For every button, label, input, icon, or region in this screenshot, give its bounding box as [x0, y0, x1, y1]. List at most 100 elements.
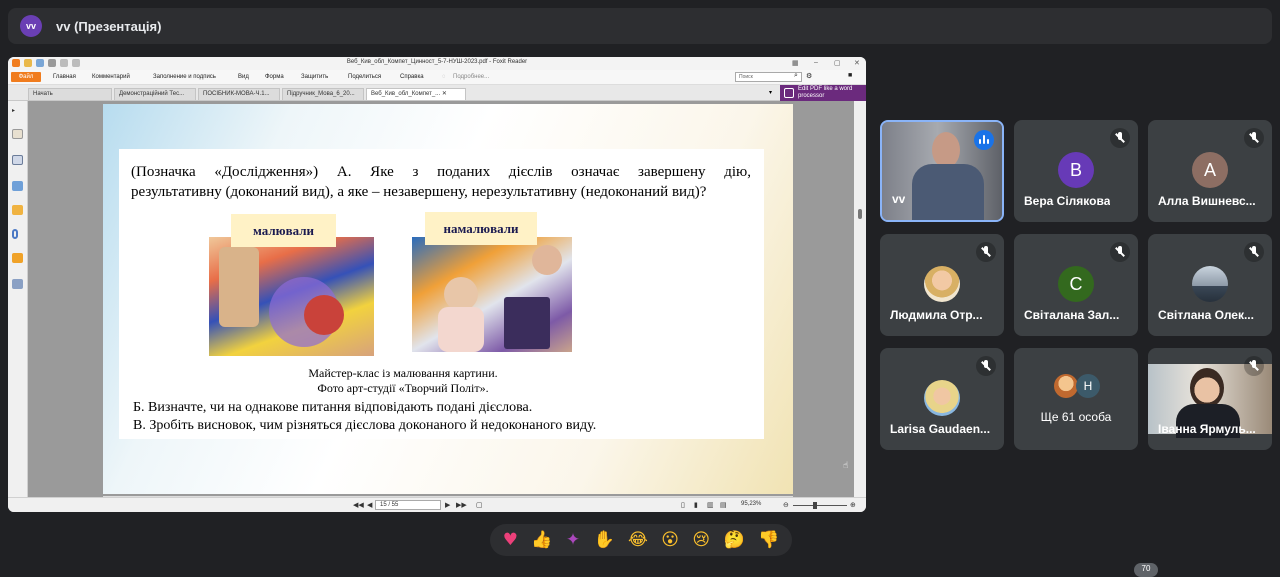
clap-icon[interactable]: ✋	[593, 524, 614, 556]
photo-girl-with-painting	[412, 237, 572, 352]
slide-page: (Позначка «Дослідження») А. Яке з подани…	[103, 104, 793, 494]
menu-form[interactable]: Форма	[265, 74, 284, 80]
tab-list-chevron-icon[interactable]: ▾	[769, 89, 772, 96]
avatar: H	[1076, 374, 1100, 398]
photo-painting-kids	[209, 237, 374, 356]
lock-icon[interactable]	[12, 253, 23, 263]
menu-home[interactable]: Главная	[53, 74, 76, 80]
participant-tile-svitalana[interactable]: С Світалана Зал...	[1014, 234, 1138, 336]
reader-sidebar: ▸	[8, 101, 28, 497]
participant-tile-ivanna[interactable]: Іванна Ярмуль...	[1148, 348, 1272, 450]
layers-icon[interactable]	[12, 181, 23, 191]
participant-tile-vv[interactable]: vv	[880, 120, 1004, 222]
menu-share[interactable]: Поделиться	[348, 74, 381, 80]
prev-page-icon[interactable]: ◀	[367, 501, 372, 509]
mic-off-icon	[1110, 242, 1130, 262]
menu-comment[interactable]: Комментарий	[92, 74, 130, 80]
sad-icon[interactable]: 😢	[692, 524, 710, 556]
tab-pidruchnyk[interactable]: Підручник_Мова_6_20...	[282, 88, 364, 100]
zoom-out-icon[interactable]: ⊖	[783, 501, 789, 509]
tab-current-label: Веб_Кив_обл_Компет_...	[371, 91, 441, 97]
meeting-header: vv vv (Презентація)	[8, 8, 1272, 44]
menu-help[interactable]: Справка	[400, 74, 424, 80]
minimize-icon[interactable]: –	[814, 59, 818, 66]
window-title: Веб_Кив_обл_Компет_Цинност_5-7-НУШ-2023.…	[346, 59, 528, 65]
reader-titlebar: Веб_Кив_обл_Компет_Цинност_5-7-НУШ-2023.…	[8, 57, 866, 70]
question-line-1: (Позначка «Дослідження») А. Яке з подани…	[131, 164, 751, 180]
search-input[interactable]: Поиск	[735, 72, 802, 82]
participant-tile-larisa[interactable]: Larisa Gaudaen...	[880, 348, 1004, 450]
tab-posibnyk[interactable]: ПОСІБНИК-МОВА-Ч.1...	[198, 88, 280, 100]
participant-tile-vera[interactable]: В Вера Сілякова	[1014, 120, 1138, 222]
comments-icon[interactable]	[12, 205, 23, 215]
photo-caption-1: Майстер-клас із малювання картини.	[308, 366, 498, 380]
laugh-icon[interactable]: 😂	[628, 524, 648, 556]
label-namaliuvaly: намалювали	[425, 212, 537, 245]
menu-file[interactable]: Файл	[11, 72, 41, 82]
participant-count-badge[interactable]: 70	[1134, 563, 1158, 577]
pages-icon[interactable]	[12, 155, 23, 165]
first-page-icon[interactable]: ◀◀	[353, 501, 364, 509]
mic-off-icon	[1110, 128, 1130, 148]
bookmark-icon[interactable]	[12, 129, 23, 139]
attachment-icon[interactable]	[12, 229, 18, 239]
avatar: С	[1058, 266, 1094, 302]
rotate-icon[interactable]: ▤	[720, 501, 727, 509]
surprised-icon[interactable]: 😮	[661, 524, 679, 556]
participant-tile-alla[interactable]: А Алла Вишневс...	[1148, 120, 1272, 222]
participant-name: Алла Вишневс...	[1158, 194, 1256, 208]
user-icon[interactable]: ■	[848, 72, 852, 79]
avatar	[924, 380, 960, 416]
signature-icon[interactable]	[12, 279, 23, 289]
heart-icon[interactable]: ♥	[503, 524, 518, 556]
two-page-icon[interactable]: ▥	[707, 501, 714, 509]
help-hint[interactable]: Подробнее...	[453, 74, 489, 80]
more-participants-label: Ще 61 особа	[1040, 410, 1112, 424]
participant-tile-liudmyla[interactable]: Людмила Отр...	[880, 234, 1004, 336]
zoom-slider[interactable]	[793, 505, 847, 506]
document-tabs: Начать Демонстраційний Тес... ПОСІБНИК-М…	[8, 85, 866, 101]
thinking-icon[interactable]: 🤔	[724, 524, 745, 556]
maximize-icon[interactable]: ▢	[834, 59, 841, 67]
ribbon-menu: Файл Главная Комментарий Заполнение и по…	[8, 70, 866, 85]
participant-tile-svitlana[interactable]: Світлана Олек...	[1148, 234, 1272, 336]
menu-view[interactable]: Вид	[238, 74, 249, 80]
menu-protect[interactable]: Защитить	[301, 74, 328, 80]
participant-name: Larisa Gaudaen...	[890, 422, 991, 436]
last-page-icon[interactable]: ▶▶	[456, 501, 467, 509]
fit-page-icon[interactable]: ▢	[476, 501, 483, 509]
edit-pdf-banner[interactable]: Edit PDF like a word processor	[780, 85, 866, 101]
next-page-icon[interactable]: ▶	[445, 501, 450, 509]
party-icon[interactable]: ✦	[566, 524, 580, 556]
search-icon[interactable]: ⌕	[794, 72, 798, 80]
mic-off-icon	[1244, 356, 1264, 376]
close-icon[interactable]: ✕	[854, 59, 860, 67]
tab-close-icon[interactable]: ✕	[442, 91, 447, 97]
zoom-level[interactable]: 95,23%	[741, 501, 761, 507]
reader-statusbar: ◀◀ ◀ 15 / 55 ▶ ▶▶ ▢ ▯ ▮ ▥ ▤ 95,23% ⊖ ⊕	[8, 497, 866, 512]
tab-start[interactable]: Начать	[28, 88, 112, 100]
page-number-input[interactable]: 15 / 55	[375, 500, 441, 510]
tab-demo-test[interactable]: Демонстраційний Тес...	[114, 88, 196, 100]
photo-caption-2: Фото арт-студії «Творчий Політ».	[317, 381, 489, 395]
zoom-slider-handle[interactable]	[813, 502, 817, 509]
continuous-page-icon[interactable]: ▮	[694, 501, 698, 509]
vertical-scrollbar[interactable]	[854, 101, 866, 497]
ribbon-icon[interactable]: ▦	[792, 59, 799, 67]
sidebar-expand-icon[interactable]: ▸	[12, 107, 18, 114]
menu-fill-sign[interactable]: Заполнение и подпись	[153, 74, 216, 80]
participant-tile-more[interactable]: H Ще 61 особа	[1014, 348, 1138, 450]
settings-icon[interactable]: ⚙	[806, 72, 812, 80]
tab-current-doc[interactable]: Веб_Кив_обл_Компет_... ✕	[366, 88, 466, 100]
zoom-in-icon[interactable]: ⊕	[850, 501, 856, 509]
mic-off-icon	[1244, 242, 1264, 262]
participant-name: vv	[892, 192, 906, 206]
thumbs-down-icon[interactable]: 👎	[758, 524, 779, 556]
shared-screen: Веб_Кив_обл_Компет_Цинност_5-7-НУШ-2023.…	[8, 57, 866, 512]
avatar	[1054, 374, 1078, 398]
single-page-icon[interactable]: ▯	[681, 501, 685, 509]
task-b: Б. Визначте, чи на однакове питання відп…	[133, 400, 533, 415]
task-c: В. Зробіть висновок, чим різняться дієсл…	[133, 418, 597, 433]
scroll-thumb[interactable]	[858, 209, 862, 219]
thumbs-up-icon[interactable]: 👍	[531, 524, 552, 556]
